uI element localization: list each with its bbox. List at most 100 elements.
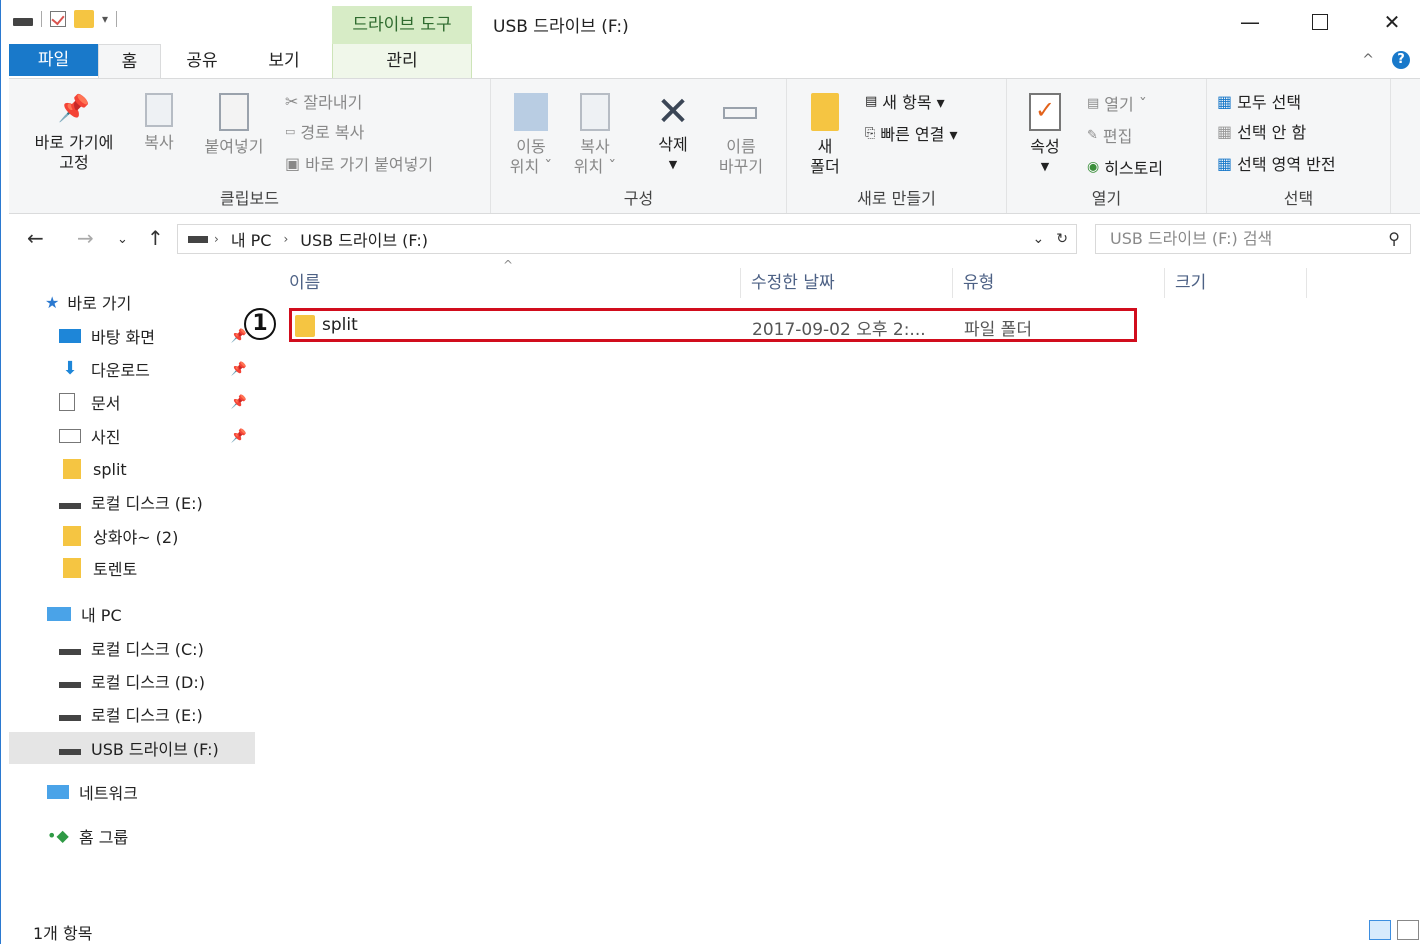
title-bar: ▾ 드라이브 도구 USB 드라이브 (F:) — ✕	[1, 0, 1420, 44]
delete-button[interactable]: ✕ 삭제 ▼	[645, 89, 701, 175]
rename-button[interactable]: 이름 바꾸기	[713, 93, 769, 177]
select-none-button[interactable]: ▦ 선택 안 함	[1217, 119, 1306, 143]
breadcrumb-separator-icon[interactable]: ›	[283, 232, 288, 246]
column-header-type[interactable]: 유형	[953, 268, 1165, 298]
drive-icon[interactable]	[13, 18, 33, 26]
copy-button[interactable]: 복사	[131, 93, 187, 153]
rename-icon	[721, 93, 761, 131]
new-folder-icon[interactable]	[74, 10, 94, 28]
move-to-button[interactable]: 이동 위치 ˇ	[503, 93, 559, 177]
file-type: 파일 폴더	[964, 320, 1032, 340]
sidebar-item-network[interactable]: 네트워크	[9, 776, 255, 808]
sidebar-item-quick-access[interactable]: ★ 바로 가기	[45, 286, 255, 318]
up-arrow-icon[interactable]: ↑	[147, 226, 164, 250]
tab-manage[interactable]: 관리	[332, 44, 472, 78]
forward-arrow-icon[interactable]: →	[77, 226, 94, 250]
annotation-badge: 1	[244, 308, 276, 340]
copy-path-icon: ▭	[285, 124, 296, 138]
sidebar-label: 바탕 화면	[91, 328, 155, 347]
group-open: ✓ 속성 ▼ ▤ 열기 ˇ ✎ 편집 ◉ 히스토리 열기	[1007, 79, 1207, 213]
paste-shortcut-button[interactable]: ▣ 바로 가기 붙여넣기	[285, 151, 433, 175]
properties-check-icon[interactable]	[50, 11, 66, 27]
copy-to-button[interactable]: 복사 위치 ˇ	[567, 93, 623, 177]
item-count: 1개 항목	[33, 924, 93, 943]
breadcrumb-usb-drive[interactable]: USB 드라이브 (F:)	[300, 227, 428, 251]
recent-locations-chevron-icon[interactable]: ⌄	[117, 232, 128, 247]
sidebar-item-desktop[interactable]: 바탕 화면 📌	[9, 320, 255, 352]
sidebar-item-documents[interactable]: 문서 📌	[9, 386, 255, 418]
new-item-button[interactable]: ▤ 새 항목 ▾	[865, 89, 945, 113]
select-all-button[interactable]: ▦ 모두 선택	[1217, 89, 1301, 113]
refresh-icon[interactable]: ↻	[1056, 231, 1068, 247]
sidebar-item-downloads[interactable]: ⬇ 다운로드 📌	[9, 353, 255, 385]
computer-icon	[47, 607, 71, 621]
cut-button[interactable]: ✂ 잘라내기	[285, 89, 362, 113]
invert-selection-button[interactable]: ▦ 선택 영역 반전	[1217, 151, 1336, 175]
easy-access-button[interactable]: ⎘ 빠른 연결 ▾	[865, 121, 958, 145]
sidebar-item-local-c[interactable]: 로컬 디스크 (C:)	[9, 632, 255, 664]
close-button[interactable]: ✕	[1357, 0, 1420, 44]
column-header-name[interactable]: 이름	[279, 268, 741, 298]
folder-icon	[811, 93, 839, 131]
sidebar-item-local-e-quick[interactable]: 로컬 디스크 (E:)	[9, 486, 255, 518]
star-icon: ★	[45, 292, 60, 312]
collapse-ribbon-icon[interactable]: ^	[1362, 52, 1374, 68]
sidebar-label: 내 PC	[81, 606, 122, 625]
select-none-label: 선택 안 함	[1237, 123, 1307, 142]
maximize-button[interactable]	[1285, 0, 1355, 44]
pin-icon[interactable]: 📌	[231, 395, 247, 410]
delete-dropdown-icon[interactable]: ▼	[645, 155, 701, 175]
pin-icon[interactable]: 📌	[231, 429, 247, 444]
sidebar-label: split	[93, 459, 127, 479]
new-item-label: 새 항목 ▾	[882, 93, 945, 112]
search-icon[interactable]: ⚲	[1388, 225, 1400, 253]
sidebar-item-usb-f[interactable]: USB 드라이브 (F:)	[9, 732, 255, 764]
sidebar-item-homegroup[interactable]: •◆ 홈 그룹	[9, 820, 255, 852]
file-list: ^ 이름 수정한 날짜 유형 크기 split 2017-09-02 오후 2:…	[259, 258, 1420, 914]
minimize-button[interactable]: —	[1215, 0, 1285, 44]
paste-button[interactable]: 붙여넣기	[193, 93, 275, 157]
pin-icon[interactable]: 📌	[231, 362, 247, 377]
properties-dropdown-icon[interactable]: ▼	[1017, 157, 1073, 177]
window-title: USB 드라이브 (F:)	[493, 17, 629, 37]
address-dropdown-icon[interactable]: ⌄	[1033, 231, 1045, 247]
address-bar[interactable]: › 내 PC › USB 드라이브 (F:) ⌄ ↻	[177, 224, 1077, 254]
pin-to-quick-access-button[interactable]: 📌 바로 가기에 고정	[19, 96, 129, 173]
sidebar-item-torrent[interactable]: 토렌토	[9, 552, 255, 584]
help-icon[interactable]: ?	[1392, 51, 1410, 69]
details-view-icon[interactable]	[1369, 920, 1391, 940]
search-box[interactable]: USB 드라이브 (F:) 검색 ⚲	[1095, 224, 1411, 254]
separator	[41, 11, 42, 27]
sidebar-item-sanghwa[interactable]: 상화야~ (2)	[9, 520, 255, 552]
status-bar: 1개 항목	[9, 914, 1420, 944]
qat-dropdown-icon[interactable]: ▾	[102, 12, 108, 26]
tab-home[interactable]: 홈	[98, 44, 161, 80]
sidebar-item-pictures[interactable]: 사진 📌	[9, 420, 255, 452]
properties-button[interactable]: ✓ 속성 ▼	[1017, 93, 1073, 177]
tab-file[interactable]: 파일	[9, 44, 98, 76]
sidebar-item-split[interactable]: split	[9, 453, 255, 485]
sidebar-item-local-d[interactable]: 로컬 디스크 (D:)	[9, 665, 255, 697]
open-button[interactable]: ▤ 열기 ˇ	[1087, 91, 1147, 115]
invert-selection-icon: ▦	[1217, 153, 1233, 173]
column-header-size[interactable]: 크기	[1165, 268, 1307, 298]
history-button[interactable]: ◉ 히스토리	[1087, 155, 1163, 179]
drive-icon	[59, 715, 81, 721]
large-icons-view-icon[interactable]	[1397, 920, 1419, 940]
back-arrow-icon[interactable]: ←	[27, 226, 44, 250]
breadcrumb-separator-icon[interactable]: ›	[214, 232, 219, 246]
column-header-modified[interactable]: 수정한 날짜	[741, 268, 953, 298]
move-to-icon	[514, 93, 548, 131]
breadcrumb-my-pc[interactable]: 내 PC	[231, 227, 272, 251]
sidebar-item-my-pc[interactable]: 내 PC	[9, 598, 255, 630]
sidebar-item-local-e[interactable]: 로컬 디스크 (E:)	[9, 698, 255, 730]
new-folder-button[interactable]: 새 폴더	[797, 93, 853, 177]
copy-path-button[interactable]: ▭ 경로 복사	[285, 119, 364, 143]
new-folder-label-2: 폴더	[810, 157, 840, 176]
select-all-label: 모두 선택	[1237, 93, 1302, 112]
edit-button[interactable]: ✎ 편집	[1087, 123, 1132, 147]
table-row[interactable]: split 2017-09-02 오후 2:... 파일 폴더	[289, 308, 1137, 342]
tab-share[interactable]: 공유	[169, 44, 235, 78]
tab-view[interactable]: 보기	[251, 44, 317, 78]
group-organize: 이동 위치 ˇ 복사 위치 ˇ ✕ 삭제 ▼ 이름 바꾸기 구성	[491, 79, 787, 213]
